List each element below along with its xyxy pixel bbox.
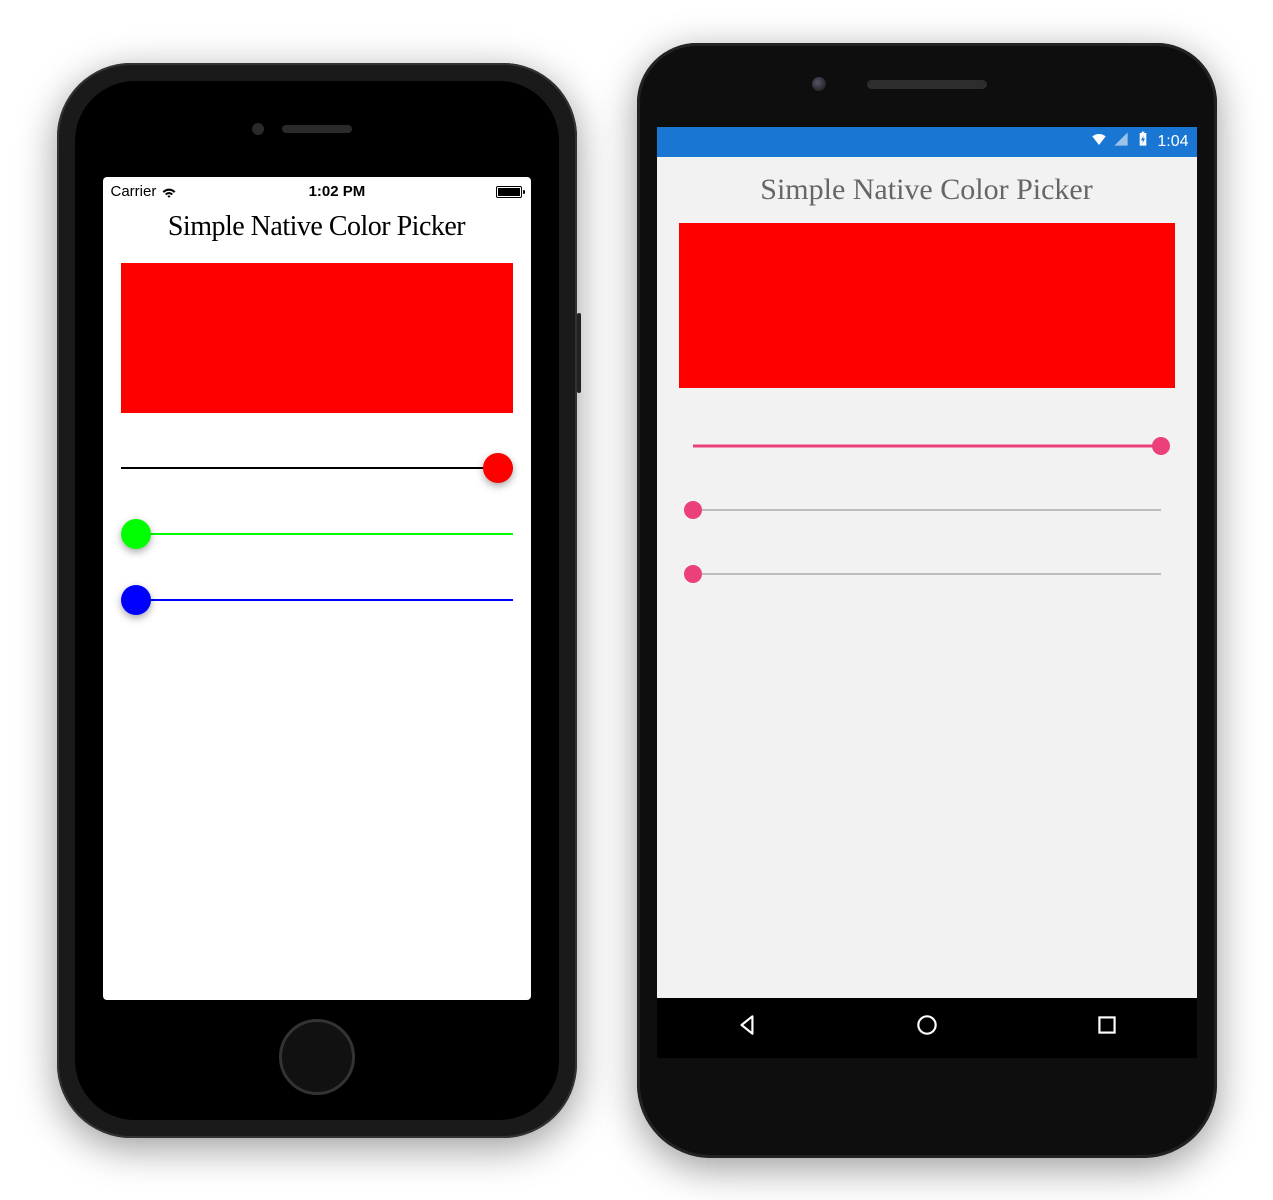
earpiece-speaker-icon [867,80,987,89]
battery-charging-icon [1135,131,1151,152]
android-status-bar: 1:04 [657,127,1197,157]
ios-statusbar-left: Carrier [111,183,178,200]
ios-clock: 1:02 PM [309,183,366,200]
blue-slider[interactable] [693,564,1161,584]
color-preview-swatch [679,223,1175,388]
battery-icon [496,186,522,198]
iphone-screen: Carrier 1:02 PM Simple Native Color Pick… [103,177,531,1000]
slider-thumb-icon[interactable] [684,501,702,519]
slider-thumb-icon[interactable] [1152,437,1170,455]
nexus-device-frame: 1:04 Simple Native Color Picker [637,43,1217,1158]
wifi-icon [161,186,177,198]
iphone-bezel: Carrier 1:02 PM Simple Native Color Pick… [75,81,559,1120]
iphone-device-frame: Carrier 1:02 PM Simple Native Color Pick… [57,63,577,1138]
android-nav-bar [657,998,1197,1058]
app-title: Simple Native Color Picker [657,157,1197,217]
color-preview-swatch [121,263,513,413]
app-title: Simple Native Color Picker [103,207,531,253]
android-clock: 1:04 [1157,133,1188,151]
android-screen: 1:04 Simple Native Color Picker [657,127,1197,1058]
front-camera-icon [812,77,826,91]
green-slider[interactable] [693,500,1161,520]
slider-thumb-icon[interactable] [121,585,151,615]
green-slider[interactable] [121,519,513,549]
home-button[interactable] [914,1012,940,1043]
home-button[interactable] [279,1019,355,1095]
recents-button[interactable] [1094,1012,1120,1043]
signal-icon [1113,131,1129,152]
slider-thumb-icon[interactable] [483,453,513,483]
ios-statusbar-right [496,186,522,198]
earpiece-speaker-icon [282,125,352,133]
red-slider[interactable] [121,453,513,483]
slider-thumb-icon[interactable] [121,519,151,549]
carrier-label: Carrier [111,183,157,200]
back-button[interactable] [734,1012,760,1043]
wifi-icon [1091,131,1107,152]
slider-thumb-icon[interactable] [684,565,702,583]
blue-slider[interactable] [121,585,513,615]
ios-status-bar: Carrier 1:02 PM [103,177,531,207]
red-slider[interactable] [693,436,1161,456]
front-camera-icon [252,123,264,135]
